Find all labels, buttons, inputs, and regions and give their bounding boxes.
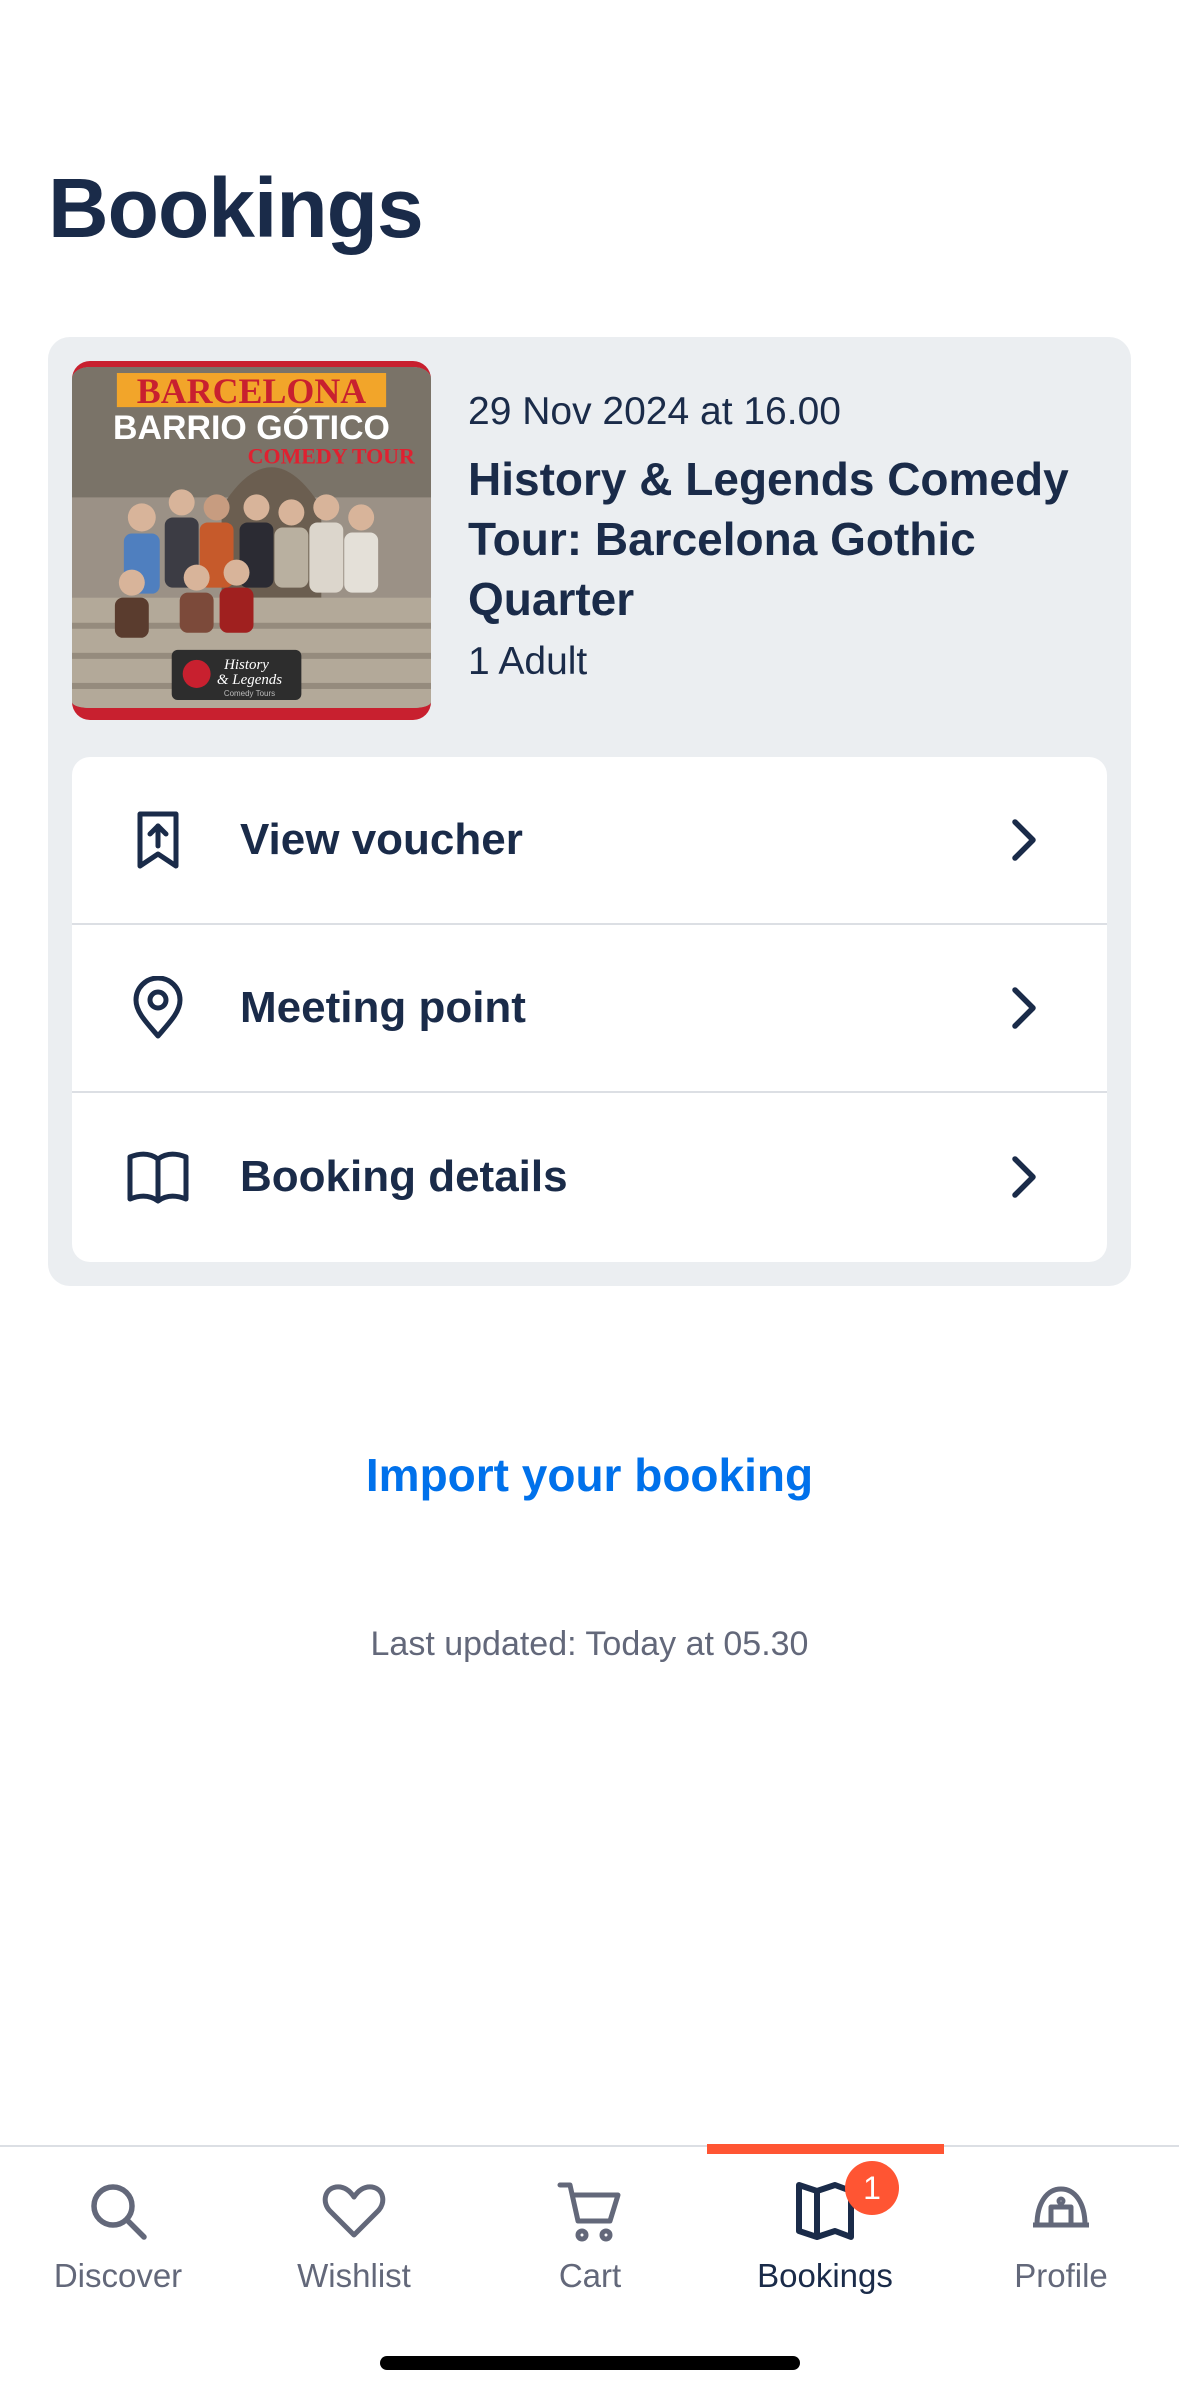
book-icon [122, 1141, 194, 1213]
view-voucher-button[interactable]: View voucher [72, 757, 1107, 925]
chevron-right-icon [1012, 819, 1036, 861]
tab-label: Profile [1014, 2257, 1108, 2294]
chevron-right-icon [1012, 1156, 1036, 1198]
page-title: Bookings [48, 161, 424, 255]
thumb-badge-line3: Comedy Tours [224, 689, 275, 698]
booking-action-list: View voucher Meeting point Booking detai… [72, 757, 1107, 1262]
view-voucher-label: View voucher [240, 815, 523, 864]
thumb-text-line2: BARRIO GÓTICO [113, 409, 390, 447]
last-updated-text: Last updated: Today at 05.30 [370, 1625, 809, 1663]
tab-label: Discover [53, 2257, 183, 2294]
tab-bookings[interactable]: 1 Bookings [707, 2147, 943, 2347]
booking-date: 29 Nov 2024 at 16.00 [468, 390, 841, 433]
tab-discover[interactable]: Discover [0, 2147, 236, 2347]
voucher-icon [122, 804, 194, 876]
meeting-point-button[interactable]: Meeting point [72, 925, 1107, 1093]
profile-icon [1033, 2186, 1089, 2228]
tab-wishlist[interactable]: Wishlist [236, 2147, 472, 2347]
booking-title: History & Legends Comedy Tour: Barcelona… [468, 453, 1069, 625]
booking-card: BARCELONA BARRIO GÓTICO COMEDY TOUR Hist… [48, 337, 1131, 1286]
thumb-text-line1: BARCELONA [137, 371, 366, 411]
search-icon [91, 2184, 147, 2240]
booking-details-label: Booking details [240, 1152, 568, 1201]
booking-header[interactable]: BARCELONA BARRIO GÓTICO COMEDY TOUR Hist… [72, 361, 1107, 721]
tab-cart[interactable]: Cart [472, 2147, 708, 2347]
booking-guests: 1 Adult [468, 640, 588, 683]
cart-icon [557, 2182, 621, 2242]
heart-icon [322, 2184, 386, 2238]
tour-thumbnail: BARCELONA BARRIO GÓTICO COMEDY TOUR Hist… [72, 361, 431, 720]
tab-label: Cart [558, 2257, 622, 2294]
thumb-text-line3: COMEDY TOUR [248, 443, 416, 468]
thumb-badge-line1: History [223, 657, 269, 673]
booking-info: 29 Nov 2024 at 16.00 History & Legends C… [468, 387, 1097, 687]
tab-profile[interactable]: Profile [943, 2147, 1179, 2347]
home-indicator [380, 2356, 800, 2370]
bookings-badge: 1 [845, 2161, 899, 2215]
import-booking-link[interactable]: Import your booking [0, 1448, 1179, 1502]
thumb-badge-line2: & Legends [217, 672, 282, 688]
chevron-right-icon [1012, 987, 1036, 1029]
meeting-point-label: Meeting point [240, 983, 526, 1032]
tab-label: Wishlist [297, 2257, 411, 2294]
tab-label: Bookings [757, 2257, 893, 2294]
booking-details-button[interactable]: Booking details [72, 1093, 1107, 1261]
location-pin-icon [122, 972, 194, 1044]
